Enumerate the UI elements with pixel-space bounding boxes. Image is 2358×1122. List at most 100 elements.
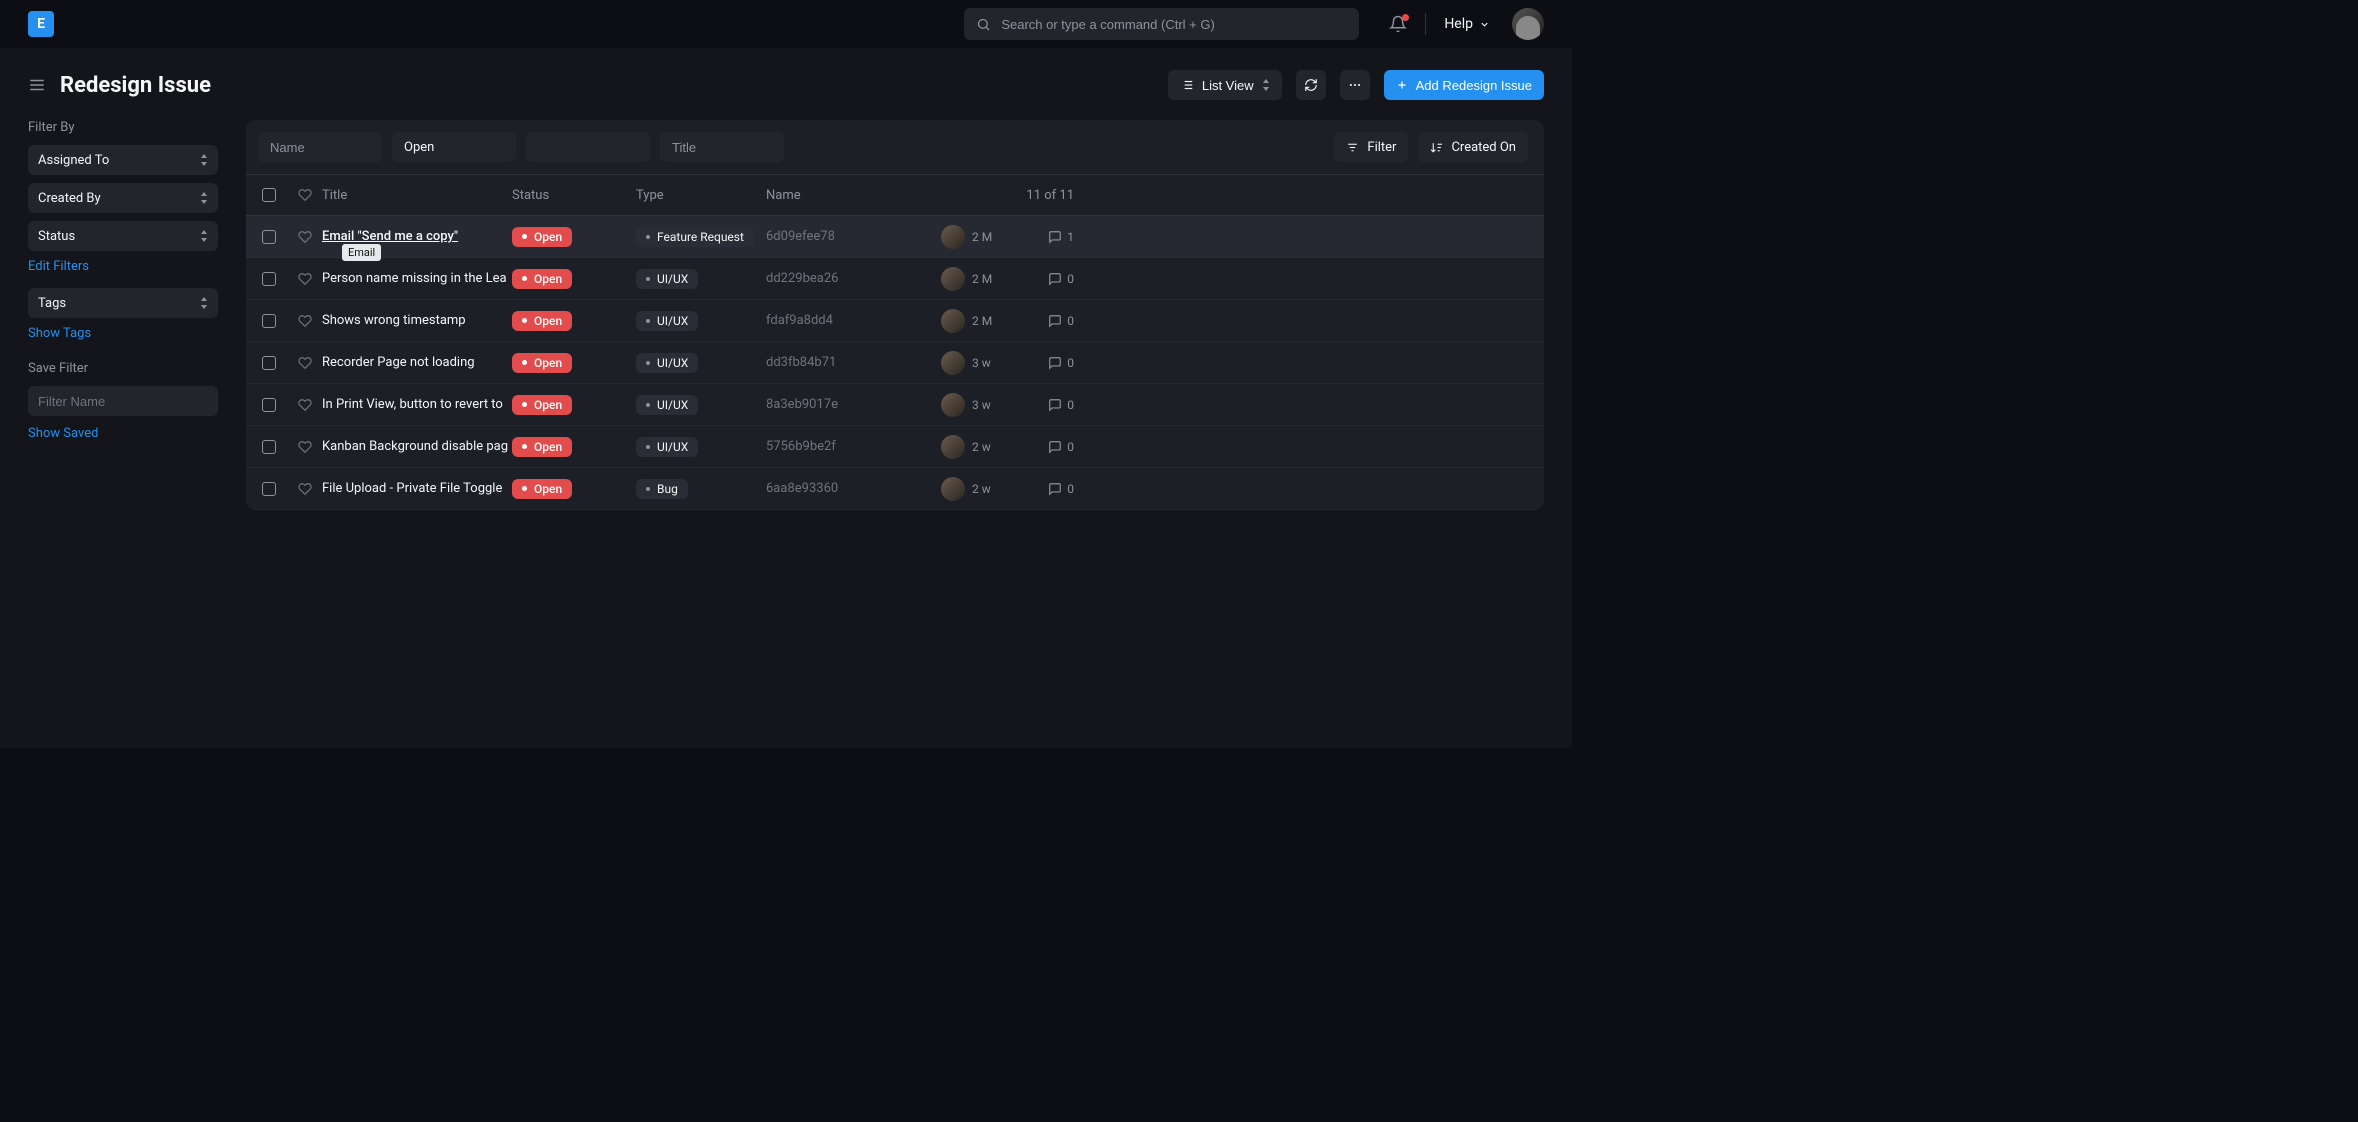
status-badge: Open <box>512 479 572 499</box>
row-comments[interactable]: 0 <box>1020 482 1074 496</box>
assignee-avatar[interactable] <box>941 267 965 291</box>
table-row[interactable]: Kanban Background disable pag Open UI/UX… <box>246 426 1544 468</box>
assignee-avatar[interactable] <box>941 351 965 375</box>
row-title[interactable]: Kanban Background disable pag <box>322 439 512 454</box>
filter-name-input[interactable] <box>28 386 218 416</box>
filter-heading: Filter By <box>28 120 218 135</box>
assignee-avatar[interactable] <box>941 477 965 501</box>
row-age: 3 w <box>972 398 1020 412</box>
edit-filters-link[interactable]: Edit Filters <box>28 259 218 274</box>
row-comments[interactable]: 0 <box>1020 398 1074 412</box>
type-badge: UI/UX <box>636 353 698 373</box>
row-comments[interactable]: 0 <box>1020 314 1074 328</box>
more-horizontal-icon <box>1348 78 1362 92</box>
row-count: 11 of 11 <box>1020 188 1074 203</box>
row-checkbox[interactable] <box>262 272 276 286</box>
search-input[interactable] <box>1001 17 1347 32</box>
row-title[interactable]: Email "Send me a copy" <box>322 229 512 244</box>
row-age: 2 w <box>972 482 1020 496</box>
topbar: E Help <box>0 0 1572 48</box>
list-view-icon <box>1180 78 1194 92</box>
sidebar-toggle-icon[interactable] <box>28 76 46 94</box>
notifications-button[interactable] <box>1389 15 1407 33</box>
row-title[interactable]: File Upload - Private File Toggle <box>322 481 512 496</box>
sort-button-label: Created On <box>1451 140 1516 155</box>
status-badge: Open <box>512 269 572 289</box>
table-row[interactable]: File Upload - Private File Toggle Open B… <box>246 468 1544 510</box>
row-checkbox[interactable] <box>262 482 276 496</box>
row-title[interactable]: Shows wrong timestamp <box>322 313 512 328</box>
row-age: 2 M <box>972 230 1020 244</box>
row-title[interactable]: Recorder Page not loading <box>322 355 512 370</box>
row-name: dd229bea26 <box>766 271 934 286</box>
help-menu[interactable]: Help <box>1444 16 1490 32</box>
type-badge: UI/UX <box>636 437 698 457</box>
row-age: 3 w <box>972 356 1020 370</box>
table-row[interactable]: Recorder Page not loading Open UI/UX dd3… <box>246 342 1544 384</box>
row-age: 2 M <box>972 314 1020 328</box>
table-row[interactable]: Person name missing in the Lea Open UI/U… <box>246 258 1544 300</box>
assignee-avatar[interactable] <box>941 225 965 249</box>
status-badge: Open <box>512 311 572 331</box>
row-comments[interactable]: 0 <box>1020 440 1074 454</box>
row-checkbox[interactable] <box>262 314 276 328</box>
row-name: 5756b9be2f <box>766 439 934 454</box>
filter-button[interactable]: Filter <box>1334 132 1408 162</box>
filter-select-assigned-to[interactable]: Assigned To <box>28 145 218 175</box>
table-row[interactable]: Email "Send me a copy" Open Feature Requ… <box>246 216 1544 258</box>
row-checkbox[interactable] <box>262 398 276 412</box>
row-title[interactable]: In Print View, button to revert to <box>322 397 512 412</box>
row-checkbox[interactable] <box>262 230 276 244</box>
sort-button[interactable]: Created On <box>1418 132 1528 162</box>
favorite-icon[interactable] <box>298 272 322 286</box>
col-name[interactable]: Name <box>766 188 934 203</box>
more-menu-button[interactable] <box>1340 70 1370 100</box>
filter-status-field[interactable]: Open <box>392 132 516 162</box>
type-badge: UI/UX <box>636 395 698 415</box>
show-tags-link[interactable]: Show Tags <box>28 326 218 341</box>
col-type[interactable]: Type <box>636 188 766 203</box>
favorite-icon[interactable] <box>298 482 322 496</box>
select-all-checkbox[interactable] <box>262 188 276 202</box>
page-title: Redesign Issue <box>60 73 211 98</box>
filter-select-status[interactable]: Status <box>28 221 218 251</box>
row-checkbox[interactable] <box>262 440 276 454</box>
favorite-icon[interactable] <box>298 356 322 370</box>
row-checkbox[interactable] <box>262 356 276 370</box>
favorite-icon[interactable] <box>298 314 322 328</box>
filter-name-field[interactable] <box>258 132 382 162</box>
view-selector-label: List View <box>1202 78 1254 93</box>
favorite-column-icon[interactable] <box>298 188 322 202</box>
add-button[interactable]: Add Redesign Issue <box>1384 70 1544 100</box>
app-logo[interactable]: E <box>28 11 54 37</box>
type-badge: UI/UX <box>636 269 698 289</box>
assignee-avatar[interactable] <box>941 435 965 459</box>
assignee-avatar[interactable] <box>941 309 965 333</box>
filter-select-label: Created By <box>38 191 101 206</box>
row-comments[interactable]: 1 <box>1020 230 1074 244</box>
global-search[interactable] <box>964 8 1359 40</box>
assignee-avatar[interactable] <box>941 393 965 417</box>
divider <box>1425 13 1426 35</box>
view-selector[interactable]: List View <box>1168 70 1282 100</box>
row-name: 8a3eb9017e <box>766 397 934 412</box>
table-row[interactable]: In Print View, button to revert to Open … <box>246 384 1544 426</box>
tags-select[interactable]: Tags <box>28 288 218 318</box>
filter-field-3[interactable] <box>526 132 650 162</box>
col-status[interactable]: Status <box>512 188 636 203</box>
favorite-icon[interactable] <box>298 230 322 244</box>
show-saved-link[interactable]: Show Saved <box>28 426 218 441</box>
filter-title-field[interactable] <box>660 132 784 162</box>
user-avatar[interactable] <box>1512 8 1544 40</box>
status-badge: Open <box>512 395 572 415</box>
sort-arrows-icon <box>1262 79 1270 91</box>
favorite-icon[interactable] <box>298 440 322 454</box>
filter-select-created-by[interactable]: Created By <box>28 183 218 213</box>
refresh-button[interactable] <box>1296 70 1326 100</box>
table-row[interactable]: Shows wrong timestamp Open UI/UX fdaf9a8… <box>246 300 1544 342</box>
col-title[interactable]: Title <box>322 188 512 203</box>
row-title[interactable]: Person name missing in the Lea <box>322 271 512 286</box>
favorite-icon[interactable] <box>298 398 322 412</box>
row-comments[interactable]: 0 <box>1020 272 1074 286</box>
row-comments[interactable]: 0 <box>1020 356 1074 370</box>
